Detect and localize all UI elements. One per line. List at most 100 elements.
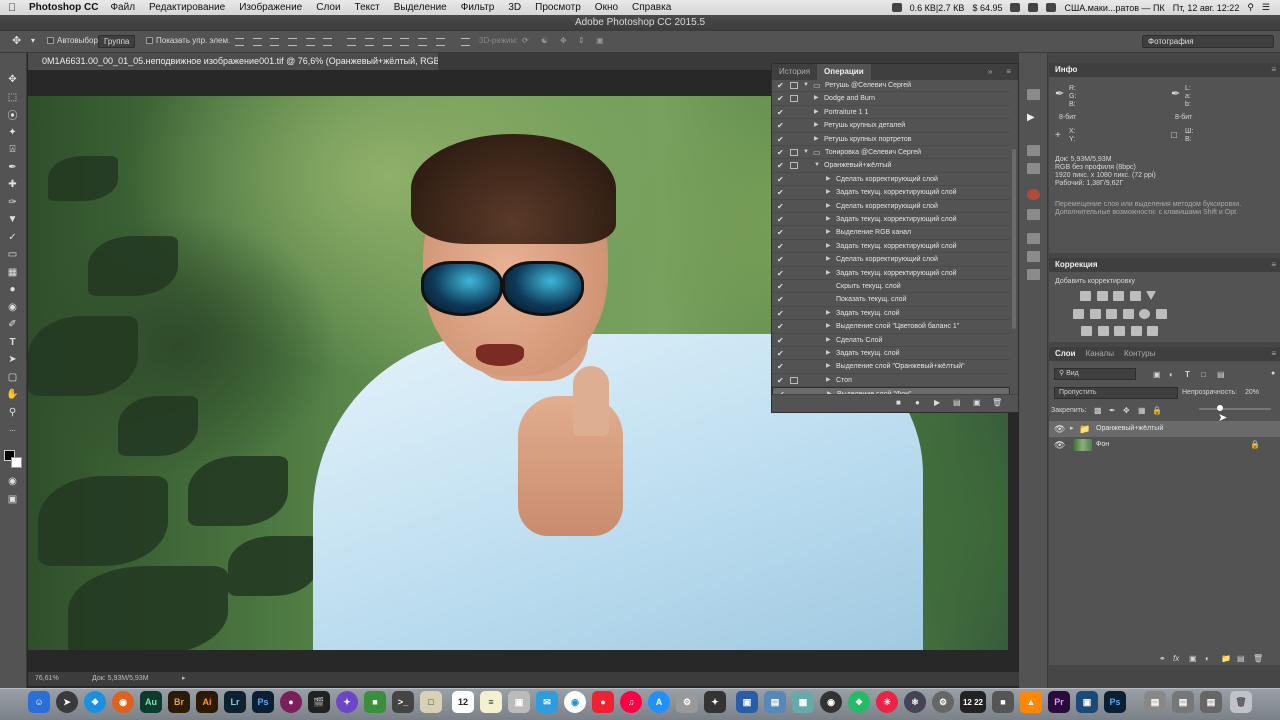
app-store-icon[interactable]: A bbox=[648, 691, 670, 713]
audition-icon[interactable]: Au bbox=[140, 691, 162, 713]
premiere-icon[interactable]: Pr bbox=[1048, 691, 1070, 713]
layer-style-icon[interactable]: fx bbox=[1173, 654, 1179, 663]
photoshop-icon[interactable]: Ps bbox=[252, 691, 274, 713]
zoom-level[interactable]: 76,61% bbox=[35, 675, 59, 682]
zoom-tool-icon[interactable]: ⚲ bbox=[5, 406, 20, 419]
launchpad-icon[interactable]: ➤ bbox=[56, 691, 78, 713]
notes-icon[interactable]: ≡ bbox=[480, 691, 502, 713]
photoshop-icon[interactable]: Ps bbox=[1104, 691, 1126, 713]
actions-scrollbar[interactable] bbox=[1012, 149, 1016, 329]
align-left-icon[interactable] bbox=[288, 38, 297, 46]
move-tool-icon[interactable]: ✥ bbox=[5, 73, 20, 86]
battery-icon[interactable] bbox=[1010, 3, 1021, 12]
rectangle-tool-icon[interactable]: ▢ bbox=[5, 371, 20, 384]
expand-group-icon[interactable]: ▸ bbox=[1070, 421, 1074, 437]
more-tools-icon[interactable]: ⋯ bbox=[5, 424, 20, 437]
filter-shape-icon[interactable]: □ bbox=[1201, 370, 1206, 379]
type-tool-icon[interactable]: T bbox=[5, 336, 20, 349]
finder-icon[interactable]: ☺ bbox=[28, 691, 50, 713]
expand-arrow-icon[interactable]: ▶ bbox=[814, 133, 819, 145]
action-row[interactable]: ✔▶Выделение слой "Фон" bbox=[772, 387, 1010, 394]
vibrance-icon[interactable] bbox=[1146, 291, 1156, 300]
keynote-icon[interactable]: □ bbox=[420, 691, 442, 713]
calendar-icon[interactable]: 12 bbox=[452, 691, 474, 713]
terminal-icon[interactable]: >_ bbox=[392, 691, 414, 713]
action-row[interactable]: ✔ ▶ Сделать корректирующий слой bbox=[772, 173, 1010, 187]
app-icon[interactable]: ■ bbox=[992, 691, 1014, 713]
expand-arrow-icon[interactable]: ▶ bbox=[826, 240, 831, 252]
menu-help[interactable]: Справка bbox=[632, 2, 671, 13]
character-panel-icon[interactable] bbox=[1027, 251, 1040, 262]
posterize-icon[interactable] bbox=[1098, 326, 1109, 336]
dialog-toggle-icon[interactable] bbox=[790, 95, 798, 103]
dialog-toggle-icon[interactable] bbox=[790, 82, 798, 89]
volume-icon[interactable] bbox=[1046, 3, 1057, 12]
record-icon[interactable]: ● bbox=[915, 398, 920, 407]
action-enabled-check-icon[interactable]: ✔ bbox=[777, 253, 785, 265]
gradient-map-icon[interactable] bbox=[1147, 326, 1158, 336]
menu-3d[interactable]: 3D bbox=[508, 2, 521, 13]
action-enabled-check-icon[interactable]: ✔ bbox=[777, 159, 785, 171]
action-row[interactable]: ✔ ▶ Выделение слой "Оранжевый+жёлтый" bbox=[772, 360, 1010, 374]
expand-arrow-icon[interactable]: ▶ bbox=[826, 267, 831, 279]
background-color-swatch[interactable] bbox=[11, 457, 22, 468]
expand-arrow-icon[interactable]: ▶ bbox=[814, 92, 819, 104]
app-menu[interactable]: Photoshop CC bbox=[29, 2, 98, 13]
action-enabled-check-icon[interactable]: ✔ bbox=[777, 133, 785, 145]
action-row[interactable]: ✔ ▶ Задать текущ. корректирующий слой bbox=[772, 186, 1010, 200]
apple-menu-icon[interactable]:  bbox=[8, 2, 20, 14]
app-icon[interactable]: ■ bbox=[364, 691, 386, 713]
tab-actions[interactable]: Операции bbox=[817, 64, 871, 80]
action-enabled-check-icon[interactable]: ✔ bbox=[777, 374, 785, 386]
lock-position-icon[interactable]: ✥ bbox=[1123, 406, 1130, 415]
gradient-tool-icon[interactable]: ▦ bbox=[5, 266, 20, 279]
action-row[interactable]: ✔ ▼ Оранжевый+жёлтый bbox=[772, 159, 1010, 173]
dialog-toggle-icon[interactable] bbox=[790, 149, 798, 156]
app-icon[interactable]: ⚛ bbox=[904, 691, 926, 713]
new-layer-icon[interactable]: ▤ bbox=[1237, 654, 1245, 663]
properties-panel-icon[interactable] bbox=[1027, 233, 1040, 244]
action-row[interactable]: ✔ ▶ Стоп bbox=[772, 374, 1010, 388]
expand-arrow-icon[interactable]: ▶ bbox=[826, 347, 831, 359]
delete-layer-icon[interactable]: 🗑 bbox=[1253, 654, 1263, 663]
vlc-icon[interactable]: ▲ bbox=[1020, 691, 1042, 713]
3d-roll-icon[interactable]: ☯ bbox=[541, 36, 548, 45]
dialog-toggle-icon[interactable] bbox=[790, 376, 798, 384]
action-row[interactable]: ✔ ▼ ▭ Тонировка @Селевич Сергей bbox=[772, 146, 1010, 160]
action-enabled-check-icon[interactable]: ✔ bbox=[777, 360, 785, 372]
action-enabled-check-icon[interactable]: ✔ bbox=[777, 280, 785, 292]
preview-icon[interactable]: ▣ bbox=[508, 691, 530, 713]
align-vcenter-icon[interactable] bbox=[253, 38, 262, 46]
action-enabled-check-icon[interactable]: ✔ bbox=[777, 186, 785, 198]
action-row[interactable]: ✔ ▶ Выделение слой "Цветовой баланс 1" bbox=[772, 320, 1010, 334]
distribute-bottom-icon[interactable] bbox=[383, 38, 392, 46]
hue-saturation-icon[interactable] bbox=[1073, 309, 1084, 319]
new-adjustment-layer-icon[interactable]: ◐ bbox=[1205, 654, 1210, 663]
tab-paths[interactable]: Контуры bbox=[1124, 347, 1155, 361]
crop-tool-icon[interactable]: ⍓ bbox=[5, 143, 20, 156]
action-enabled-check-icon[interactable]: ✔ bbox=[777, 119, 785, 131]
action-row[interactable]: ✔ ▶ Задать текущ. слой bbox=[772, 307, 1010, 321]
visibility-eye-icon[interactable]: 👁 bbox=[1054, 437, 1065, 453]
app-icon[interactable]: ▤ bbox=[764, 691, 786, 713]
play-icon[interactable]: ▶ bbox=[934, 398, 940, 407]
workspace-switcher[interactable]: Фотография bbox=[1142, 35, 1274, 48]
eyedropper-tool-icon[interactable]: ✒ bbox=[5, 161, 20, 174]
brush-presets-icon[interactable] bbox=[1027, 163, 1040, 174]
clone-stamp-tool-icon[interactable]: ▼ bbox=[5, 213, 20, 226]
3d-scale-icon[interactable]: ▣ bbox=[596, 36, 604, 45]
menu-file[interactable]: Файл bbox=[110, 2, 135, 13]
trash-icon[interactable]: 🗑 bbox=[1230, 691, 1252, 713]
move-tool-icon[interactable]: ✥ bbox=[12, 34, 21, 47]
expand-arrow-icon[interactable]: ▶ bbox=[826, 213, 831, 225]
eyedropper-icon[interactable]: ✒ bbox=[1171, 87, 1180, 100]
action-enabled-check-icon[interactable]: ✔ bbox=[777, 334, 785, 346]
swatches-panel-icon[interactable] bbox=[1027, 209, 1040, 220]
tab-layers[interactable]: Слои bbox=[1055, 347, 1076, 361]
distribute-right-icon[interactable] bbox=[436, 38, 445, 46]
link-layers-icon[interactable]: ⚭ bbox=[1159, 654, 1166, 663]
app-icon[interactable]: ◉ bbox=[820, 691, 842, 713]
menu-filter[interactable]: Фильтр bbox=[461, 2, 495, 13]
autoselect-checkbox[interactable]: Автовыбор: bbox=[47, 36, 100, 45]
action-row[interactable]: ✔ ▶ Сделать корректирующий слой bbox=[772, 200, 1010, 213]
